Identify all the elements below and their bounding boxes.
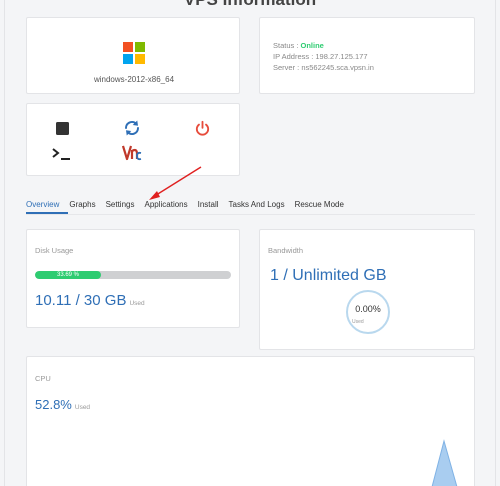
disk-usage-value: 10.11 / 30 GB: [35, 292, 127, 309]
status-card: Status : Online IP Address : 198.27.125.…: [259, 17, 475, 94]
status-label: Status :: [273, 41, 301, 50]
power-button[interactable]: [192, 118, 212, 138]
status-value: Online: [300, 41, 324, 50]
status-line: Status : Online: [273, 40, 374, 51]
cpu-usage-graph: [431, 439, 458, 486]
tab-graphs[interactable]: Graphs: [69, 200, 95, 214]
ip-line: IP Address : 198.27.125.177: [273, 51, 374, 62]
server-label: Server :: [273, 63, 302, 72]
server-line: Server : ns562245.sca.vpsn.in: [273, 62, 374, 73]
stop-button[interactable]: [52, 118, 72, 138]
bandwidth-used-label: Used: [352, 319, 364, 325]
tab-bar: Overview Graphs Settings Applications In…: [26, 200, 354, 214]
bandwidth-label: Bandwidth: [268, 246, 304, 255]
disk-usage-progress: 33.69 %: [35, 271, 231, 279]
stop-icon: [55, 121, 69, 135]
ip-label: IP Address :: [273, 52, 316, 61]
disk-usage-progress-fill: 33.69 %: [35, 271, 102, 279]
cpu-card: CPU 52.8% Used: [26, 356, 475, 486]
restart-icon: [125, 120, 139, 136]
os-card: windows-2012-x86_64: [26, 17, 240, 94]
vnc-icon: [122, 145, 142, 161]
disk-used-label: Used: [129, 300, 145, 307]
page-left-edge: [4, 0, 5, 486]
page-right-edge: [495, 0, 496, 486]
disk-usage-value-row: 10.11 / 30 GB Used: [35, 292, 145, 309]
vnc-button[interactable]: [122, 143, 142, 163]
tab-install[interactable]: Install: [198, 200, 219, 214]
ip-value: 198.27.125.177: [315, 52, 368, 61]
bandwidth-value: 1 / Unlimited GB: [270, 267, 387, 284]
tab-settings[interactable]: Settings: [106, 200, 135, 214]
console-button[interactable]: [52, 144, 72, 164]
restart-button[interactable]: [122, 118, 142, 138]
vps-information-page: VPS Information windows-2012-x86_64 Stat…: [0, 0, 500, 486]
console-icon: [52, 148, 70, 160]
windows-logo-icon: [123, 42, 145, 64]
cpu-usage-spike: [431, 439, 458, 486]
server-value: ns562245.sca.vpsn.in: [301, 63, 374, 72]
power-icon: [195, 120, 209, 136]
disk-usage-card: Disk Usage 33.69 % 10.11 / 30 GB Used: [26, 229, 240, 328]
os-name: windows-2012-x86_64: [93, 75, 175, 84]
controls-card: [26, 103, 240, 176]
tab-rescue-mode[interactable]: Rescue Mode: [295, 200, 344, 214]
tab-tasks-and-logs[interactable]: Tasks And Logs: [229, 200, 285, 214]
tab-bar-divider: [26, 214, 475, 215]
bandwidth-gauge: 0.00% Used: [346, 290, 390, 334]
tab-applications[interactable]: Applications: [144, 200, 187, 214]
bandwidth-percent: 0.00%: [355, 304, 381, 314]
disk-usage-label: Disk Usage: [35, 246, 74, 255]
bandwidth-card: Bandwidth 1 / Unlimited GB 0.00% Used: [259, 229, 475, 350]
page-title: VPS Information: [0, 0, 500, 10]
disk-usage-percent: 33.69 %: [57, 272, 80, 278]
